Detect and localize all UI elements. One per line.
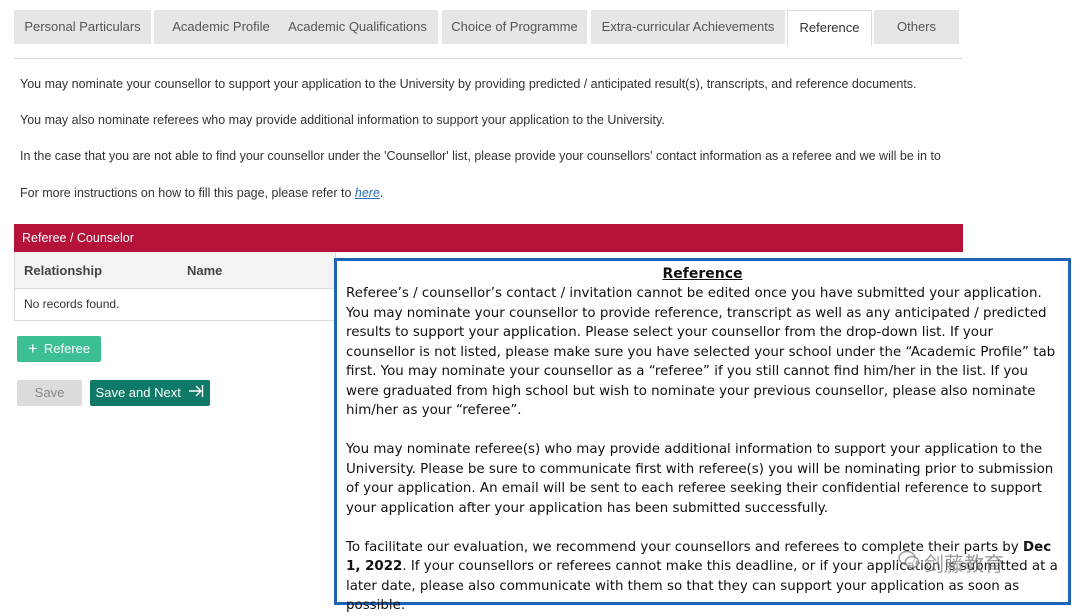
tab-academic-qualifications[interactable]: Academic Qualifications [277,10,438,44]
tab-reference[interactable]: Reference [787,10,872,46]
tab-personal-particulars[interactable]: Personal Particulars [14,10,151,44]
callout-paragraph-1: Referee’s / counsellor’s contact / invit… [346,286,1056,418]
save-and-next-label: Save and Next [95,385,181,400]
callout-title: Reference [662,266,743,282]
plus-icon: + [27,339,38,358]
column-relationship[interactable]: Relationship [24,263,102,278]
tab-choice-of-programme[interactable]: Choice of Programme [442,10,587,44]
instructions-link[interactable]: here [355,186,380,200]
empty-message: No records found. [24,297,120,311]
referee-table: Relationship Name No records found. [14,252,336,321]
instructions-text: For more instructions on how to fill thi… [20,186,355,200]
tab-academic-profile[interactable]: Academic Profile [154,10,288,44]
tab-others[interactable]: Others [874,10,959,44]
wechat-icon [898,550,920,575]
arrow-right-icon [188,381,204,407]
callout-paragraph-2: You may nominate referee(s) who may prov… [346,442,1054,516]
tab-extra-curricular-achievements[interactable]: Extra-curricular Achievements [591,10,785,44]
watermark: 剑藤教育 [898,548,1004,577]
table-header: Relationship Name [15,252,335,289]
referee-panel-header: Referee / Counselor [14,224,963,252]
column-name[interactable]: Name [187,263,222,278]
watermark-text: 剑藤教育 [924,552,1004,576]
instructions-suffix: . [379,186,384,200]
intro-paragraph-1: You may nominate your counsellor to supp… [20,77,917,91]
intro-paragraph-4: For more instructions on how to fill thi… [20,186,383,200]
add-referee-label: Referee [43,341,91,356]
add-referee-button[interactable]: + Referee [17,336,101,362]
tab-bar: Personal Particulars Academic Profile Ac… [14,10,963,59]
intro-paragraph-2: You may also nominate referees who may p… [20,113,665,127]
save-button[interactable]: Save [17,380,82,406]
intro-paragraph-3: In the case that you are not able to fin… [20,149,941,163]
save-and-next-button[interactable]: Save and Next [90,380,210,406]
